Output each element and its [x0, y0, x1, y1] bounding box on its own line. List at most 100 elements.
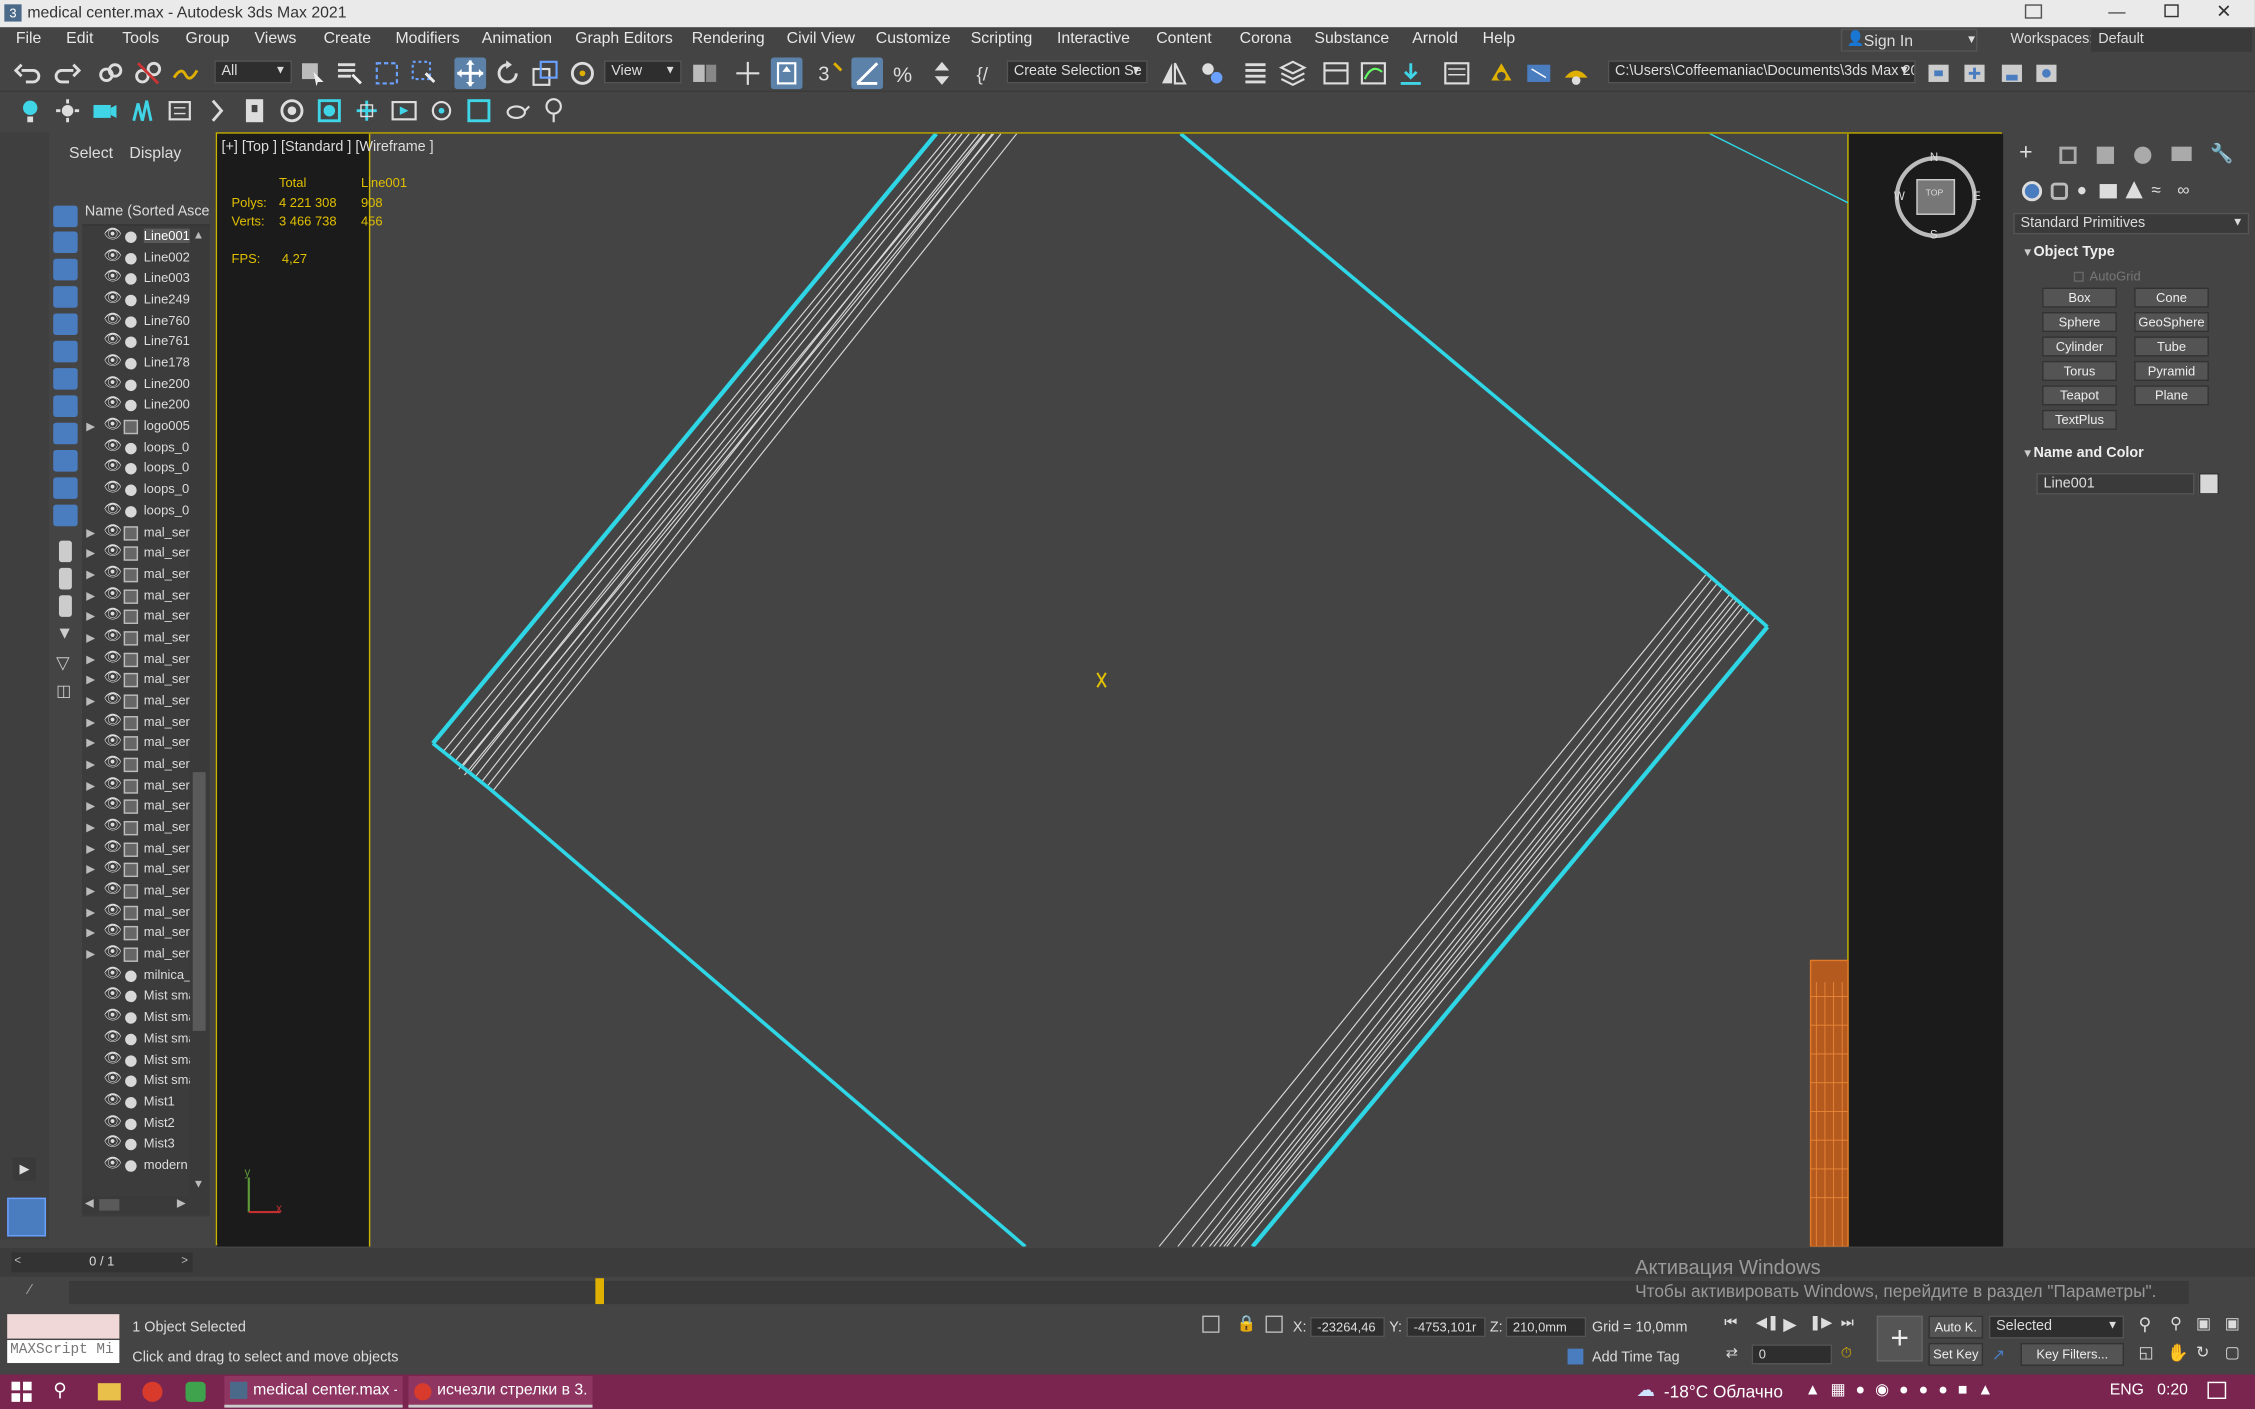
visibility-eye-icon[interactable]: 👁	[104, 692, 122, 708]
name-and-color-title[interactable]: Name and Color	[2033, 446, 2143, 462]
expand-panel-icon[interactable]: ▶	[12, 1157, 36, 1181]
viewcube-north[interactable]: N	[1930, 151, 1938, 164]
time-prev-icon[interactable]: <	[14, 1254, 21, 1267]
primitive-category-dropdown[interactable]: Standard Primitives ▼	[2013, 212, 2250, 235]
object-type-title[interactable]: Object Type	[2033, 244, 2114, 260]
visibility-eye-icon[interactable]: 👁	[104, 1156, 122, 1172]
visibility-eye-icon[interactable]: 👁	[104, 966, 122, 982]
menu-views[interactable]: Views	[255, 30, 297, 47]
snaps-toggle-icon[interactable]: 3	[814, 58, 846, 90]
corona-light-icon[interactable]	[52, 95, 84, 127]
list-item[interactable]: 👁 Line761	[82, 333, 197, 354]
project-folder-dropdown[interactable]: C:\Users\Coffeemaniac\Documents\3ds Max …	[1607, 60, 1916, 84]
list-item[interactable]: ▶ 👁 mal_ser	[82, 565, 197, 586]
expand-arrow-icon[interactable]: ▶	[86, 863, 95, 876]
list-item[interactable]: 👁 Mist1	[82, 1093, 197, 1114]
helpers-filter-icon[interactable]	[53, 313, 78, 336]
render-setup-icon[interactable]	[1486, 58, 1518, 90]
time-marker[interactable]	[595, 1278, 605, 1305]
object-name-field[interactable]: Line001	[2036, 473, 2195, 495]
menu-customize[interactable]: Customize	[876, 30, 951, 47]
list-item[interactable]: ▶ 👁 mal_ser	[82, 903, 197, 924]
visibility-eye-icon[interactable]: 👁	[104, 1071, 122, 1087]
goto-start-icon[interactable]: ⏮	[1724, 1316, 1737, 1332]
zoom-icon[interactable]: ⚲	[2138, 1314, 2151, 1334]
geometry-filter-icon[interactable]	[53, 205, 78, 228]
expand-arrow-icon[interactable]: ▶	[86, 884, 95, 897]
menu-arnold[interactable]: Arnold	[1412, 30, 1458, 47]
visibility-eye-icon[interactable]: 👁	[104, 860, 122, 876]
viewcube-west[interactable]: W	[1894, 190, 1905, 203]
visibility-eye-icon[interactable]: 👁	[104, 312, 122, 328]
scroll-left-icon[interactable]: ◀	[85, 1196, 94, 1209]
tab-select[interactable]: Select	[69, 145, 113, 162]
messenger-icon[interactable]	[185, 1381, 206, 1402]
material-editor-icon[interactable]	[1441, 58, 1473, 90]
expand-arrow-icon[interactable]: ▶	[86, 758, 95, 771]
list-item[interactable]: ▶ 👁 mal_ser	[82, 924, 197, 945]
list-item[interactable]: 👁 Line760	[82, 312, 197, 333]
list-item[interactable]: ▶ 👁 mal_ser	[82, 776, 197, 797]
viewport-label[interactable]: [+] [Top ] [Standard ] [Wireframe ]	[221, 139, 433, 155]
expand-arrow-icon[interactable]: ▶	[86, 737, 95, 750]
rendered-frame-window-icon[interactable]	[1523, 58, 1555, 90]
named-selection-dropdown[interactable]: Create Selection Se ▼	[1006, 60, 1148, 84]
list-item[interactable]: ▶ 👁 mal_ser	[82, 881, 197, 902]
bind-spacewarp-icon[interactable]	[170, 58, 202, 90]
key-mode-icon[interactable]: ⇄	[1726, 1346, 1738, 1362]
list-item[interactable]: 👁 loops_0	[82, 502, 197, 523]
expand-arrow-icon[interactable]: ▶	[86, 800, 95, 813]
time-tag-icon[interactable]	[1567, 1348, 1584, 1365]
visibility-eye-icon[interactable]: 👁	[104, 1029, 122, 1045]
select-by-name-icon[interactable]	[334, 58, 366, 90]
key-filter-dropdown[interactable]: Selected ▼	[1988, 1315, 2125, 1339]
isolate-selection-icon[interactable]	[1202, 1315, 1220, 1333]
field-of-view-icon[interactable]: ◱	[2138, 1343, 2153, 1361]
key-filters-button[interactable]: Key Filters...	[2020, 1342, 2125, 1366]
expand-arrow-icon[interactable]: ▶	[86, 526, 95, 539]
explorer-horizontal-scrollbar[interactable]: ◀ ▶	[81, 1196, 209, 1214]
menu-graph-editors[interactable]: Graph Editors	[575, 30, 673, 47]
align-icon[interactable]	[1196, 58, 1228, 90]
toggle-scene-explorer-icon[interactable]	[1240, 58, 1272, 90]
menu-rendering[interactable]: Rendering	[692, 30, 765, 47]
list-item[interactable]: 👁 loops_0	[82, 459, 197, 480]
time-config-icon[interactable]: ⏱	[1841, 1346, 1852, 1362]
geosphere-button[interactable]: GeoSphere	[2134, 312, 2209, 333]
viewcube-top-face[interactable]: TOP	[1926, 190, 1944, 199]
utilities-tab-icon[interactable]: 🔧	[2210, 142, 2233, 165]
set-key-button[interactable]: Set Key	[1928, 1342, 1984, 1366]
yandex-browser-icon[interactable]	[142, 1381, 163, 1402]
visibility-eye-icon[interactable]: 👁	[104, 248, 122, 264]
visibility-eye-icon[interactable]: 👁	[104, 544, 122, 560]
visibility-eye-icon[interactable]: 👁	[104, 881, 122, 897]
list-item[interactable]: ▶ 👁 mal_ser	[82, 692, 197, 713]
list-item[interactable]: 👁 milnica_	[82, 966, 197, 987]
menu-corona[interactable]: Corona	[1240, 30, 1292, 47]
scroll-thumb[interactable]	[192, 772, 206, 1031]
menu-edit[interactable]: Edit	[66, 30, 93, 47]
expand-arrow-icon[interactable]: ▶	[86, 589, 95, 602]
corona-sky-icon[interactable]	[239, 95, 271, 127]
hidden-filter-icon[interactable]	[53, 504, 78, 527]
list-item[interactable]: 👁 Line200	[82, 375, 197, 396]
auto-key-button[interactable]: Auto K.	[1928, 1315, 1984, 1339]
visibility-eye-icon[interactable]: 👁	[104, 987, 122, 1003]
list-item[interactable]: 👁 Line249	[82, 290, 197, 311]
mirror-icon[interactable]	[1158, 58, 1190, 90]
corona-distance-icon[interactable]	[426, 95, 458, 127]
expand-arrow-icon[interactable]: ▶	[86, 715, 95, 728]
taskbar-item-browser[interactable]: исчезли стрелки в 3...	[408, 1375, 593, 1408]
list-item[interactable]: ▶ 👁 mal_ser	[82, 544, 197, 565]
expand-arrow-icon[interactable]: ▶	[86, 568, 95, 581]
bones-filter-icon[interactable]	[53, 422, 78, 445]
visibility-eye-icon[interactable]: 👁	[104, 586, 122, 602]
visibility-eye-icon[interactable]: 👁	[104, 269, 122, 285]
cameras-icon[interactable]	[2099, 184, 2117, 199]
project-new-icon[interactable]	[1959, 58, 1991, 90]
list-item[interactable]: ▶ 👁 mal_ser	[82, 713, 197, 734]
spacewarps-icon[interactable]: ≈	[2151, 180, 2160, 200]
expand-arrow-icon[interactable]: ▶	[86, 948, 95, 961]
next-frame-icon[interactable]: ❚▶	[1809, 1316, 1832, 1332]
language-indicator[interactable]: ENG	[2110, 1382, 2144, 1399]
